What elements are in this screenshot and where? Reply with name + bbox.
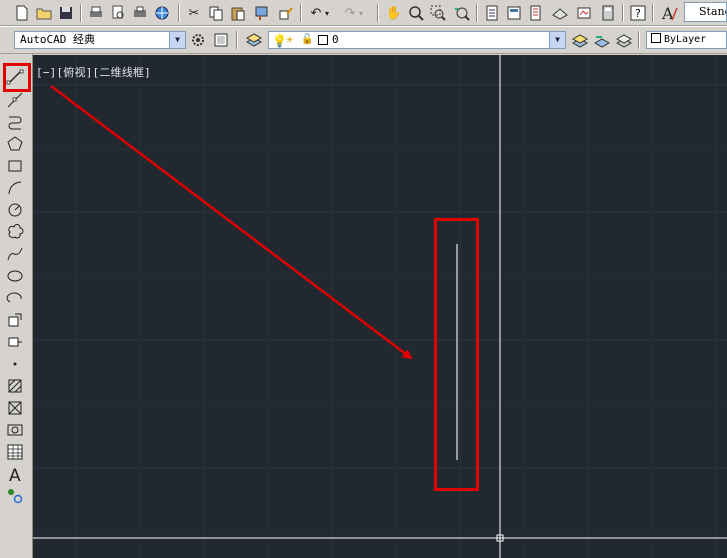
help-icon[interactable]: ? bbox=[628, 3, 648, 23]
region-icon[interactable] bbox=[5, 420, 25, 440]
chevron-down-icon[interactable]: ▼ bbox=[169, 32, 185, 48]
workspace-select[interactable]: AutoCAD 经典 ▼ bbox=[14, 31, 186, 49]
layer-previous-icon[interactable] bbox=[592, 30, 612, 50]
redo-dropdown-icon[interactable]: ▾ bbox=[356, 3, 366, 23]
rectangle-icon[interactable] bbox=[5, 156, 25, 176]
svg-text:A: A bbox=[9, 466, 21, 483]
properties-icon[interactable] bbox=[482, 3, 502, 23]
layer-manager-icon[interactable] bbox=[244, 30, 264, 50]
annotation-arrow bbox=[50, 85, 413, 360]
zoom-window-icon[interactable] bbox=[428, 3, 448, 23]
standard-toolbar: ✂ ↶ ▾ ↷ ▾ ✋ ? A Standard bbox=[0, 0, 727, 26]
lightbulb-icon[interactable]: 💡 bbox=[272, 33, 287, 49]
canvas-graphics bbox=[33, 55, 727, 558]
ellipse-icon[interactable] bbox=[5, 266, 25, 286]
layer-name: 0 bbox=[332, 33, 339, 46]
text-style-select[interactable]: Standard bbox=[684, 2, 727, 22]
publish-icon[interactable] bbox=[130, 3, 150, 23]
cut-icon[interactable]: ✂ bbox=[184, 3, 204, 23]
color-control-value: ByLayer bbox=[664, 34, 707, 45]
workspace-layers-toolbar: AutoCAD 经典 ▼ 💡 ☀ 🔓 0 ▼ ByLayer bbox=[0, 26, 727, 54]
design-center-icon[interactable] bbox=[504, 3, 524, 23]
workspace-toolbar-icon[interactable] bbox=[211, 30, 231, 50]
tool-palettes-icon[interactable] bbox=[526, 3, 546, 23]
spline-icon[interactable] bbox=[5, 244, 25, 264]
match-properties-icon[interactable] bbox=[252, 3, 272, 23]
multiline-text-icon[interactable]: A bbox=[5, 464, 25, 484]
svg-text:?: ? bbox=[635, 7, 641, 20]
ellipse-arc-icon[interactable] bbox=[5, 288, 25, 308]
save-icon[interactable] bbox=[56, 3, 76, 23]
markup-icon[interactable] bbox=[574, 3, 594, 23]
text-style-icon[interactable]: A bbox=[660, 3, 680, 23]
polygon-icon[interactable] bbox=[5, 134, 25, 154]
draw-toolbar: A bbox=[0, 54, 33, 558]
undo-dropdown-icon[interactable]: ▾ bbox=[322, 3, 332, 23]
layer-select[interactable]: 💡 ☀ 🔓 0 ▼ bbox=[268, 31, 566, 49]
add-selected-icon[interactable] bbox=[5, 486, 25, 506]
revision-cloud-icon[interactable] bbox=[5, 222, 25, 242]
arc-icon[interactable] bbox=[5, 178, 25, 198]
new-icon[interactable] bbox=[12, 3, 32, 23]
pan-icon[interactable]: ✋ bbox=[384, 3, 404, 23]
construction-line-icon[interactable] bbox=[5, 90, 25, 110]
print-preview-icon[interactable] bbox=[108, 3, 128, 23]
drawing-canvas[interactable]: [−][俯视][二维线框] bbox=[33, 55, 727, 558]
block-editor-icon[interactable] bbox=[276, 3, 296, 23]
table-icon[interactable] bbox=[5, 442, 25, 462]
hatch-icon[interactable] bbox=[5, 376, 25, 396]
make-block-icon[interactable] bbox=[5, 332, 25, 352]
gradient-icon[interactable] bbox=[5, 398, 25, 418]
zoom-realtime-icon[interactable] bbox=[406, 3, 426, 23]
color-control-select[interactable]: ByLayer bbox=[646, 31, 727, 49]
3d-publish-icon[interactable] bbox=[152, 3, 172, 23]
workspace-value: AutoCAD 经典 bbox=[20, 33, 95, 46]
open-icon[interactable] bbox=[34, 3, 54, 23]
make-layer-current-icon[interactable] bbox=[570, 30, 590, 50]
chevron-down-icon[interactable]: ▼ bbox=[549, 32, 565, 48]
line-tool-icon[interactable] bbox=[5, 67, 25, 87]
point-icon[interactable] bbox=[5, 354, 25, 374]
layer-state-icon[interactable] bbox=[614, 30, 634, 50]
copy-icon[interactable] bbox=[206, 3, 226, 23]
calculator-icon[interactable] bbox=[598, 3, 618, 23]
sheet-set-icon[interactable] bbox=[550, 3, 570, 23]
polyline-icon[interactable] bbox=[5, 112, 25, 132]
viewport-label[interactable]: [−][俯视][二维线框] bbox=[36, 64, 151, 80]
sun-icon[interactable]: ☀ bbox=[286, 32, 293, 48]
layer-color-swatch bbox=[318, 35, 328, 45]
print-icon[interactable] bbox=[86, 3, 106, 23]
zoom-previous-icon[interactable] bbox=[452, 3, 472, 23]
color-swatch bbox=[651, 33, 661, 43]
circle-icon[interactable] bbox=[5, 200, 25, 220]
workspace-settings-icon[interactable] bbox=[188, 30, 208, 50]
lock-icon[interactable]: 🔓 bbox=[301, 32, 313, 48]
insert-block-icon[interactable] bbox=[5, 310, 25, 330]
paste-icon[interactable] bbox=[228, 3, 248, 23]
